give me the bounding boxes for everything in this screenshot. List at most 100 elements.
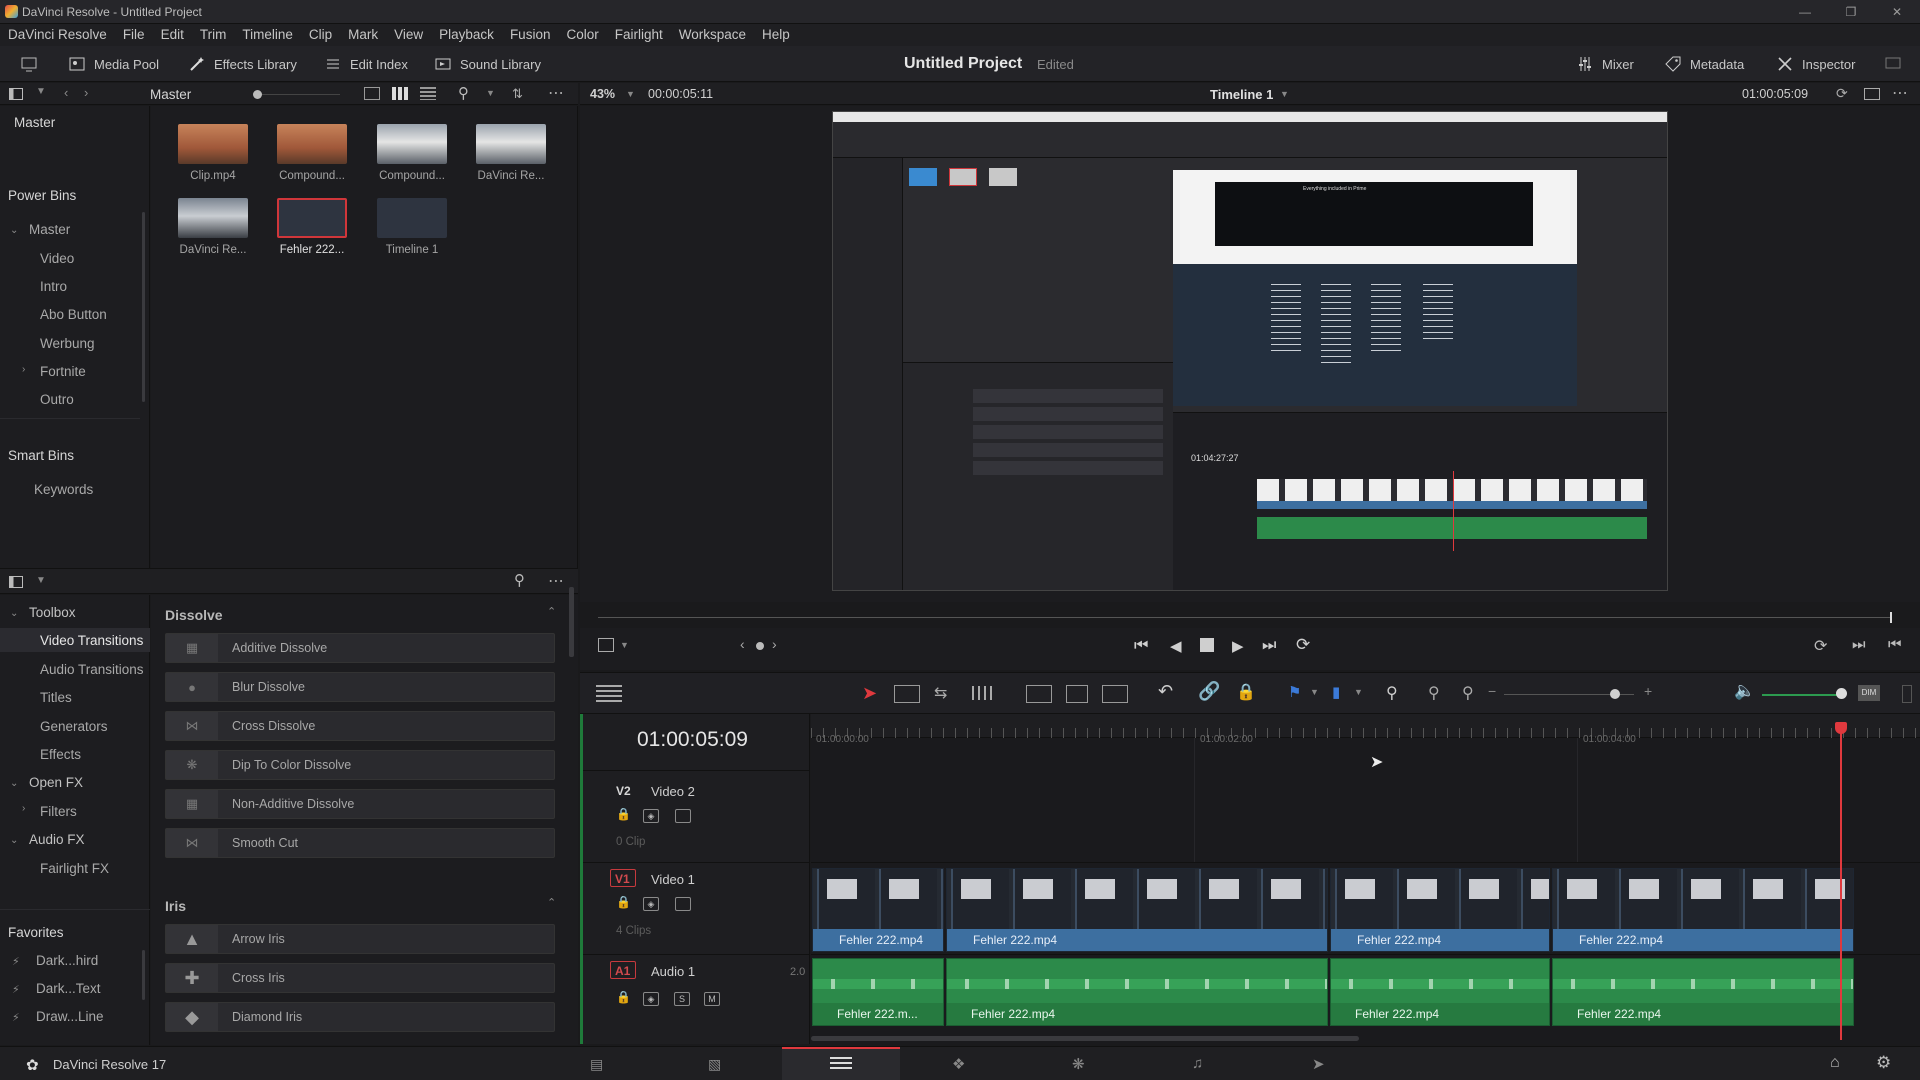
fx-smooth-cut[interactable]: ⋈ Smooth Cut [165,828,555,858]
timeline-name[interactable]: Timeline 1 [1210,87,1273,102]
play-icon[interactable]: ▶ [1232,637,1244,655]
fx-effects[interactable]: Effects [40,747,81,762]
menu-help[interactable]: Help [754,24,798,46]
lock-icon[interactable]: 🔒 [616,807,631,821]
clip-thumb[interactable] [178,124,248,164]
fx-non-additive-dissolve[interactable]: ▦ Non-Additive Dissolve [165,789,555,819]
timeline-thumb[interactable] [377,198,447,238]
flag-dropdown-icon[interactable]: ▼ [1310,687,1319,697]
fx-dip-to-color[interactable]: ❋ Dip To Color Dissolve [165,750,555,780]
bin-item-werbung[interactable]: Werbung [40,336,95,351]
collapse-chevron-icon[interactable]: ⌄ [10,608,18,619]
collapse-section-icon[interactable]: ⌃ [547,605,556,618]
fx-generators[interactable]: Generators [40,719,108,734]
minimize-icon[interactable]: — [1790,2,1820,22]
favorite-item[interactable]: Dark...Text [36,981,101,996]
fx-toolbox[interactable]: Toolbox [29,605,76,620]
fusion-page-icon[interactable]: ❖ [952,1055,965,1073]
menu-clip[interactable]: Clip [301,24,340,46]
detail-zoom-icon[interactable]: ⚲ [1428,683,1440,703]
reverse-play-icon[interactable]: ◀ [1170,637,1182,655]
settings-gear-icon[interactable]: ⚙ [1876,1053,1891,1073]
next-clip-icon[interactable]: ⏭ [1852,636,1866,653]
effects-options-icon[interactable]: ⋯ [548,571,564,591]
menu-timeline[interactable]: Timeline [234,24,301,46]
menu-davinci[interactable]: DaVinci Resolve [0,24,115,46]
flag-icon[interactable]: ⚑ [1288,683,1301,701]
zoom-slider-handle[interactable] [1610,689,1620,699]
auto-select-icon[interactable]: ◈ [643,897,659,911]
favorite-item[interactable]: Draw...Line [36,1009,104,1024]
menu-fusion[interactable]: Fusion [502,24,559,46]
mixer-button[interactable]: Mixer [1576,52,1634,76]
effects-scrollbar[interactable] [569,587,574,657]
timeline-options-icon[interactable] [596,685,622,703]
loop-icon[interactable]: ⟳ [1296,635,1310,655]
dropdown-chevron-icon[interactable]: ▼ [36,86,46,97]
collapse-chevron-icon[interactable]: ⌄ [10,778,18,789]
video-clip[interactable]: Fehler 222.mp4 [946,868,1328,952]
blade-tool-icon[interactable] [972,686,996,700]
lock-icon[interactable]: 🔒 [616,895,631,909]
menu-workspace[interactable]: Workspace [671,24,754,46]
fx-video-transitions[interactable]: Video Transitions [40,633,143,648]
fx-arrow-iris[interactable]: ▲ Arrow Iris [165,924,555,954]
color-page-icon[interactable]: ❋ [1072,1055,1085,1073]
collapse-section-icon[interactable]: ⌃ [547,896,556,909]
stop-icon[interactable] [1200,638,1214,652]
viewer-mode-icon[interactable] [598,638,614,652]
edit-page-tab[interactable] [782,1047,900,1080]
fx-fairlight-fx[interactable]: Fairlight FX [40,861,109,876]
menu-view[interactable]: View [386,24,431,46]
position-lock-icon[interactable]: 🔒 [1236,682,1256,702]
fx-cross-iris[interactable]: ✚ Cross Iris [165,963,555,993]
metadata-view-icon[interactable] [364,87,380,100]
bin-item-fortnite[interactable]: Fortnite [40,364,86,379]
menu-edit[interactable]: Edit [153,24,192,46]
list-view-icon[interactable] [420,87,436,100]
fx-audio-transitions[interactable]: Audio Transitions [40,662,144,677]
collapse-chevron-icon[interactable]: ⌄ [10,225,18,236]
next-edit-icon[interactable]: › [772,636,777,652]
home-icon[interactable]: ⌂ [1830,1054,1840,1072]
match-frame-icon[interactable]: ⟳ [1814,636,1827,656]
zoom-level[interactable]: 43% [590,87,615,101]
davinci-clip-thumb[interactable] [178,198,248,238]
auto-select-icon[interactable]: ◈ [643,992,659,1006]
close-icon[interactable]: ✕ [1882,2,1912,22]
track-enable-icon[interactable] [675,809,691,823]
audio-clip[interactable]: Fehler 222.mp4 [1330,958,1550,1026]
bin-item-intro[interactable]: Intro [40,279,67,294]
zoom-dropdown-icon[interactable]: ▼ [626,89,635,99]
effects-search-icon[interactable]: ⚲ [514,571,525,589]
timeline-dropdown-icon[interactable]: ▼ [1280,89,1289,99]
back-icon[interactable]: ‹ [64,85,68,100]
power-bin-master[interactable]: Master [29,222,70,237]
favorite-item[interactable]: Dark...hird [36,953,98,968]
deliver-page-icon[interactable]: ➤ [1312,1055,1325,1073]
full-extent-zoom-icon[interactable]: ⚲ [1386,683,1398,703]
viewer-mode-dropdown-icon[interactable]: ▼ [620,640,629,650]
fx-blur-dissolve[interactable]: ● Blur Dissolve [165,672,555,702]
maximize-icon[interactable]: ❐ [1836,2,1866,22]
track-enable-icon[interactable] [675,897,691,911]
effects-library-button[interactable]: Effects Library [188,52,297,76]
viewer-options-icon[interactable]: ⋯ [1892,83,1908,103]
edit-index-button[interactable]: Edit Index [324,52,408,76]
dual-viewer-icon[interactable] [1864,88,1880,100]
audio-clip[interactable]: Fehler 222.mp4 [946,958,1328,1026]
trim-tool-icon[interactable] [894,685,920,703]
compound-clip-thumb[interactable] [377,124,447,164]
auto-select-icon[interactable]: ◈ [643,809,659,823]
media-pool-button[interactable]: Media Pool [68,52,159,76]
davinci-clip-thumb[interactable] [476,124,546,164]
favorites-scrollbar[interactable] [142,950,145,1000]
prev-edit-icon[interactable]: ‹ [740,636,745,652]
metadata-button[interactable]: Metadata [1664,52,1744,76]
sort-icon[interactable]: ⇅ [512,86,523,102]
expand-chevron-icon[interactable]: › [22,364,25,375]
expand-chevron-icon[interactable]: › [22,803,25,814]
selection-tool-icon[interactable]: ➤ [862,683,877,704]
zoom-out-icon[interactable]: − [1488,683,1496,699]
fx-diamond-iris[interactable]: ◆ Diamond Iris [165,1002,555,1032]
